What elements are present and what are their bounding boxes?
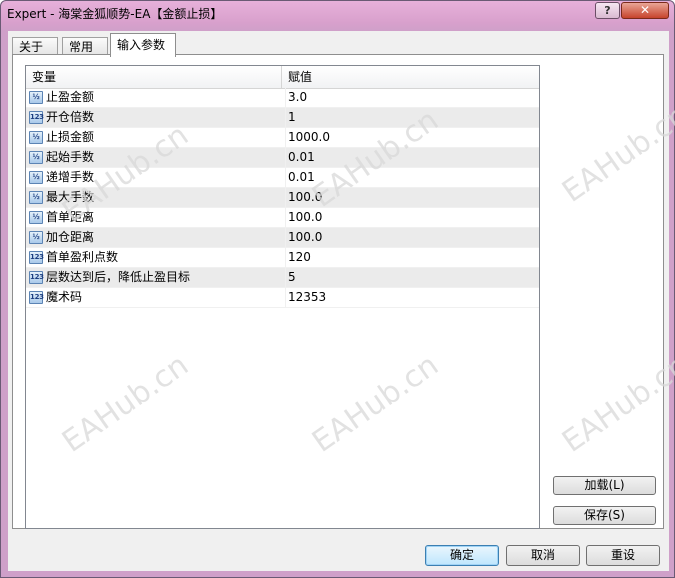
table-row[interactable]: ½ 递增手数 0.01: [26, 168, 539, 188]
expert-properties-dialog: Expert - 海棠金狐顺势-EA【金额止损】 ? ✕ 关于 常用 输入参数 …: [0, 0, 675, 578]
parameter-value[interactable]: 5: [285, 268, 538, 287]
parameter-value[interactable]: 1000.0: [285, 128, 538, 147]
parameter-name: 首单盈利点数: [46, 250, 119, 264]
parameter-name: 最大手数: [46, 190, 95, 204]
parameters-grid[interactable]: 变量 赋值 ½ 止盈金额 3.0 123 开仓倍数 1 ½ 止损金额 1000.0 ½ 起始手数 0.…: [25, 65, 540, 529]
double-type-icon: ½: [29, 191, 43, 204]
parameter-value[interactable]: 100.0: [285, 228, 538, 247]
column-header-value[interactable]: 赋值: [282, 66, 539, 88]
integer-type-icon: 123: [29, 251, 44, 264]
table-row[interactable]: ½ 止损金额 1000.0: [26, 128, 539, 148]
integer-type-icon: 123: [29, 291, 44, 304]
double-type-icon: ½: [29, 91, 43, 104]
double-type-icon: ½: [29, 171, 43, 184]
column-header-variable[interactable]: 变量: [26, 66, 282, 88]
inputs-tab-panel: 变量 赋值 ½ 止盈金额 3.0 123 开仓倍数 1 ½ 止损金额 1000.0 ½ 起始手数 0.…: [12, 54, 664, 529]
parameter-name: 首单距离: [46, 210, 95, 224]
parameter-name: 加仓距离: [46, 230, 95, 244]
load-button[interactable]: 加载(L): [553, 476, 656, 495]
parameter-name: 开仓倍数: [46, 110, 95, 124]
dialog-client-area: 关于 常用 输入参数 变量 赋值 ½ 止盈金额 3.0 123 开仓倍数 1 ½ 止损金额 10…: [8, 31, 669, 571]
table-row[interactable]: 123 开仓倍数 1: [26, 108, 539, 128]
parameter-name: 层数达到后，降低止盈目标: [46, 270, 191, 284]
cancel-button[interactable]: 取消: [506, 545, 580, 566]
parameter-name: 起始手数: [46, 150, 95, 164]
parameter-value[interactable]: 1: [285, 108, 538, 127]
parameter-value[interactable]: 3.0: [285, 88, 538, 107]
window-title: Expert - 海棠金狐顺势-EA【金额止损】: [7, 7, 223, 21]
parameter-value[interactable]: 0.01: [285, 148, 538, 167]
table-row[interactable]: 123 魔术码 12353: [26, 288, 539, 308]
ok-button[interactable]: 确定: [425, 545, 499, 566]
parameter-value[interactable]: 120: [285, 248, 538, 267]
double-type-icon: ½: [29, 231, 43, 244]
table-row[interactable]: ½ 加仓距离 100.0: [26, 228, 539, 248]
close-button[interactable]: ✕: [621, 2, 669, 19]
help-button[interactable]: ?: [595, 2, 620, 19]
table-row[interactable]: ½ 最大手数 100.0: [26, 188, 539, 208]
parameter-name: 递增手数: [46, 170, 95, 184]
double-type-icon: ½: [29, 211, 43, 224]
integer-type-icon: 123: [29, 111, 44, 124]
table-row[interactable]: ½ 首单距离 100.0: [26, 208, 539, 228]
save-button[interactable]: 保存(S): [553, 506, 656, 525]
parameter-value[interactable]: 12353: [285, 288, 538, 307]
table-row[interactable]: 123 首单盈利点数 120: [26, 248, 539, 268]
parameter-value[interactable]: 100.0: [285, 188, 538, 207]
parameter-name: 止损金额: [46, 130, 95, 144]
integer-type-icon: 123: [29, 271, 44, 284]
table-row[interactable]: ½ 止盈金额 3.0: [26, 88, 539, 108]
double-type-icon: ½: [29, 151, 43, 164]
table-row[interactable]: 123 层数达到后，降低止盈目标 5: [26, 268, 539, 288]
tab-inputs[interactable]: 输入参数: [110, 33, 176, 57]
reset-button[interactable]: 重设: [586, 545, 660, 566]
table-row[interactable]: ½ 起始手数 0.01: [26, 148, 539, 168]
grid-header: 变量 赋值: [26, 66, 539, 89]
title-bar[interactable]: Expert - 海棠金狐顺势-EA【金额止损】 ? ✕: [1, 1, 675, 27]
parameter-value[interactable]: 100.0: [285, 208, 538, 227]
parameter-value[interactable]: 0.01: [285, 168, 538, 187]
parameter-name: 魔术码: [46, 290, 83, 304]
double-type-icon: ½: [29, 131, 43, 144]
parameter-name: 止盈金额: [46, 90, 95, 104]
